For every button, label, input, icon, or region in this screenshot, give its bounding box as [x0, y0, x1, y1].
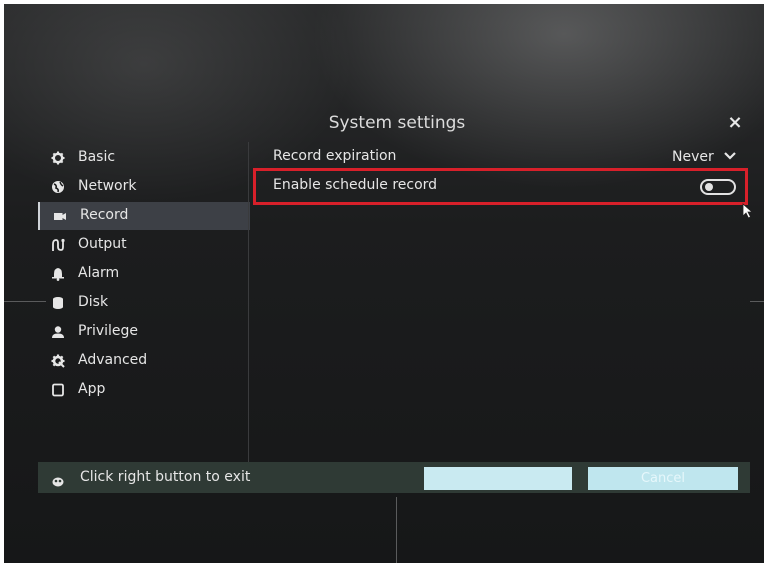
close-icon: × [727, 112, 743, 133]
sidebar-item-label: Record [80, 207, 129, 223]
bell-icon [51, 267, 65, 281]
disk-icon [51, 296, 65, 310]
divider-line [750, 301, 764, 302]
sidebar-item-label: Alarm [78, 265, 120, 281]
sidebar-item-alarm[interactable]: Alarm [38, 260, 248, 288]
sidebar-item-label: Advanced [78, 352, 148, 368]
record-expiration-select[interactable]: Never [672, 148, 736, 165]
sidebar-item-label: Output [78, 236, 127, 252]
sidebar-item-record[interactable]: Record [38, 202, 250, 230]
dialog-title: System settings [328, 113, 466, 133]
close-button[interactable]: × [725, 113, 745, 133]
output-icon [51, 238, 65, 252]
exit-hint-text: Click right button to exit [80, 469, 251, 485]
ok-button[interactable] [424, 467, 572, 490]
record-expiration-label: Record expiration [273, 148, 397, 164]
advanced-gear-icon [51, 354, 65, 368]
settings-sidebar: Basic Network Record Output Alarm Disk P… [38, 142, 250, 462]
sidebar-item-output[interactable]: Output [38, 231, 248, 259]
sidebar-item-app[interactable]: App [38, 376, 248, 404]
sidebar-item-disk[interactable]: Disk [38, 289, 248, 317]
user-icon [51, 325, 65, 339]
sidebar-item-label: App [78, 381, 106, 397]
divider-line [396, 497, 397, 563]
sidebar-item-advanced[interactable]: Advanced [38, 347, 248, 375]
chevron-down-icon [724, 148, 736, 164]
cancel-button[interactable]: Cancel [588, 467, 738, 490]
sidebar-item-label: Disk [78, 294, 109, 310]
gear-icon [51, 151, 65, 165]
footer-bar: Click right button to exit Cancel [38, 462, 750, 493]
sidebar-divider [248, 142, 249, 462]
sidebar-item-label: Basic [78, 149, 116, 165]
sidebar-item-network[interactable]: Network [38, 173, 248, 201]
enable-schedule-record-toggle[interactable] [700, 179, 736, 195]
sidebar-item-label: Privilege [78, 323, 139, 339]
record-expiration-value: Never [672, 149, 714, 165]
app-icon [51, 383, 65, 397]
toggle-knob [705, 183, 713, 191]
sidebar-item-privilege[interactable]: Privilege [38, 318, 248, 346]
globe-icon [51, 180, 65, 194]
sidebar-item-label: Network [78, 178, 137, 194]
mouse-icon [52, 472, 64, 491]
mouse-cursor-icon [742, 203, 754, 223]
camera-icon [53, 209, 67, 223]
enable-schedule-record-label: Enable schedule record [273, 177, 438, 193]
sidebar-item-basic[interactable]: Basic [38, 144, 248, 172]
